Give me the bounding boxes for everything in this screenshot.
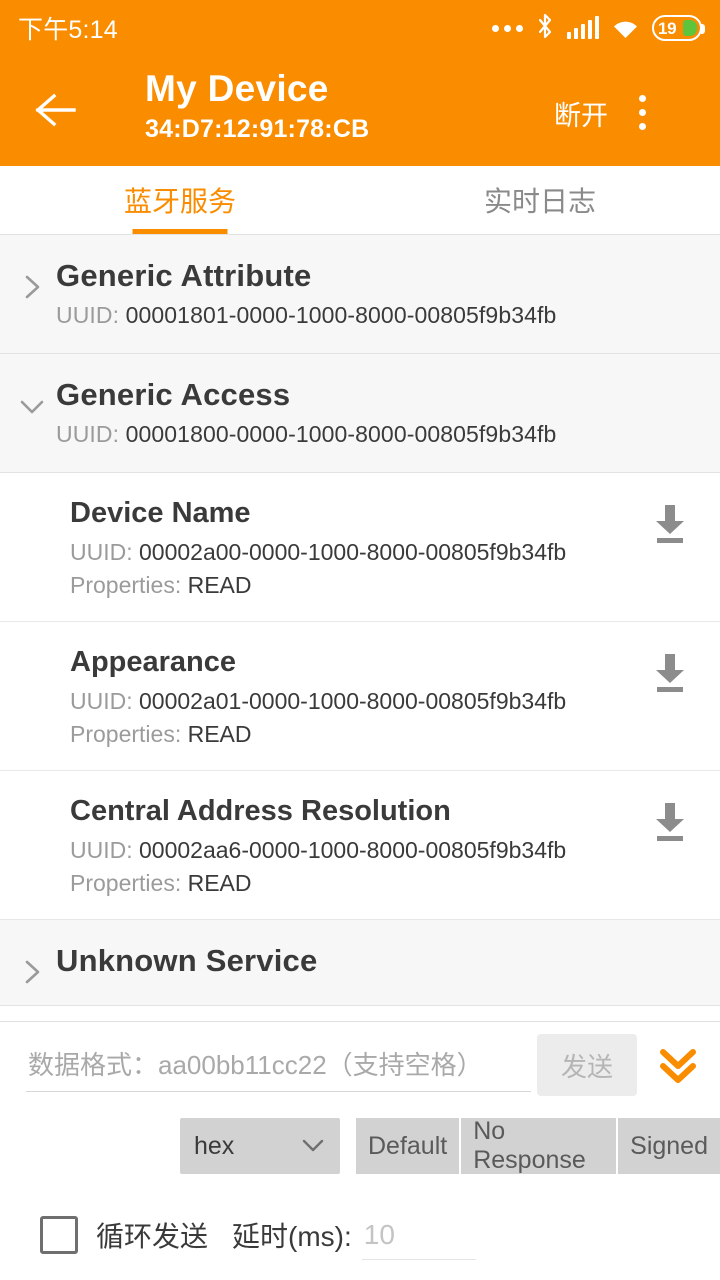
battery-icon: 19 [652,15,705,41]
write-mode-segmented-control: Default No Response Signed [356,1117,720,1174]
loop-send-row: 循环发送 延时(ms): [0,1200,720,1270]
service-uuid: UUID: 00001801-0000-1000-8000-00805f9b34… [56,302,720,329]
characteristic-properties: Properties: READ [70,870,720,897]
app-bar-titles: My Device 34:D7:12:91:78:CB [145,68,369,144]
characteristic-row-device-name[interactable]: Device Name UUID: 00002a00-0000-1000-800… [0,472,720,622]
download-icon[interactable] [648,501,692,547]
service-uuid: UUID: 00001800-0000-1000-8000-00805f9b34… [56,421,720,448]
more-dots-icon [491,24,523,32]
characteristic-name: Appearance [70,645,237,678]
chevron-right-icon [18,958,46,986]
write-input-row: 发送 [0,1022,720,1104]
page-title: My Device [145,68,329,109]
uuid-value: 00001801-0000-1000-8000-00805f9b34fb [125,301,557,328]
service-row-generic-attribute[interactable]: Generic Attribute UUID: 00001801-0000-10… [0,235,720,354]
properties-value: READ [187,571,252,598]
download-icon[interactable] [648,650,692,696]
tab-bluetooth-services[interactable]: 蓝牙服务 [0,166,360,234]
uuid-prefix-label: UUID: [56,420,126,447]
format-select[interactable]: hex [180,1118,340,1174]
device-address: 34:D7:12:91:78:CB [145,114,370,143]
write-options-row: hex Default No Response Signed [0,1117,720,1186]
write-mode-signed[interactable]: Signed [618,1118,720,1174]
battery-fill [683,20,697,36]
characteristic-name: Central Address Resolution [70,795,451,827]
double-chevron-down-icon[interactable] [652,1040,704,1092]
app-bar: My Device 34:D7:12:91:78:CB 断开 [0,56,720,166]
app-screen: 下午5:14 19 My Device 34:D7:12:91:78:CB 断开… [0,0,720,1280]
tab-bar: 蓝牙服务 实时日志 [0,166,720,234]
write-mode-no-response[interactable]: No Response [461,1117,619,1174]
signal-icon [566,16,599,39]
service-name: Generic Access [56,376,291,412]
loop-send-label: 循环发送 [96,1221,209,1252]
uuid-value: 00001800-0000-1000-8000-00805f9b34fb [125,420,557,447]
chevron-down-icon [18,392,46,420]
service-row-unknown-service[interactable]: Unknown Service [0,920,720,1006]
format-select-value: hex [194,1131,235,1160]
chevron-right-icon [18,273,46,301]
characteristic-properties: Properties: READ [70,572,720,599]
properties-prefix-label: Properties: [70,571,188,598]
send-button[interactable]: 发送 [537,1034,637,1096]
service-list[interactable]: Generic Attribute UUID: 00001801-0000-10… [0,235,720,1022]
loop-send-checkbox[interactable] [40,1216,78,1254]
status-clock: 下午5:14 [18,16,118,44]
disconnect-button[interactable]: 断开 [554,94,608,133]
characteristic-uuid: UUID: 00002a01-0000-1000-8000-00805f9b34… [70,688,720,715]
status-icon-group: 19 [491,13,705,44]
uuid-value: 00002a01-0000-1000-8000-00805f9b34fb [139,688,567,714]
chevron-down-icon [300,1132,326,1161]
characteristic-uuid: UUID: 00002a00-0000-1000-8000-00805f9b34… [70,539,720,566]
characteristic-name: Device Name [70,496,251,529]
download-icon[interactable] [648,799,692,845]
characteristic-row-central-address-resolution[interactable]: Central Address Resolution UUID: 00002aa… [0,771,720,921]
overflow-menu-icon[interactable] [622,88,662,136]
properties-prefix-label: Properties: [70,870,188,897]
properties-value: READ [187,721,252,747]
write-mode-default[interactable]: Default [356,1118,462,1174]
tab-realtime-log[interactable]: 实时日志 [360,166,720,234]
properties-prefix-label: Properties: [70,721,188,747]
uuid-prefix-label: UUID: [70,538,139,565]
uuid-value: 00002a00-0000-1000-8000-00805f9b34fb [139,538,567,565]
status-bar: 下午5:14 19 [0,0,720,56]
write-panel: 发送 hex Default No Response Signed [0,1022,720,1280]
uuid-prefix-label: UUID: [56,301,126,328]
delay-label: 延时(ms): [232,1221,352,1252]
characteristic-row-appearance[interactable]: Appearance UUID: 00002a01-0000-1000-8000… [0,621,720,771]
service-name: Generic Attribute [56,258,312,293]
battery-percent: 19 [658,18,677,38]
service-name: Unknown Service [56,943,318,979]
data-input[interactable] [26,1040,531,1092]
uuid-prefix-label: UUID: [70,837,139,864]
delay-input[interactable] [361,1210,476,1260]
back-button[interactable] [28,84,84,140]
service-row-generic-access[interactable]: Generic Access UUID: 00001800-0000-1000-… [0,353,720,473]
uuid-prefix-label: UUID: [70,688,139,714]
wifi-icon [612,18,639,39]
properties-value: READ [187,870,252,897]
bluetooth-icon [536,13,554,44]
uuid-value: 00002aa6-0000-1000-8000-00805f9b34fb [139,837,567,864]
characteristic-uuid: UUID: 00002aa6-0000-1000-8000-00805f9b34… [70,837,720,864]
characteristic-properties: Properties: READ [70,721,720,748]
back-arrow-icon [34,92,78,133]
